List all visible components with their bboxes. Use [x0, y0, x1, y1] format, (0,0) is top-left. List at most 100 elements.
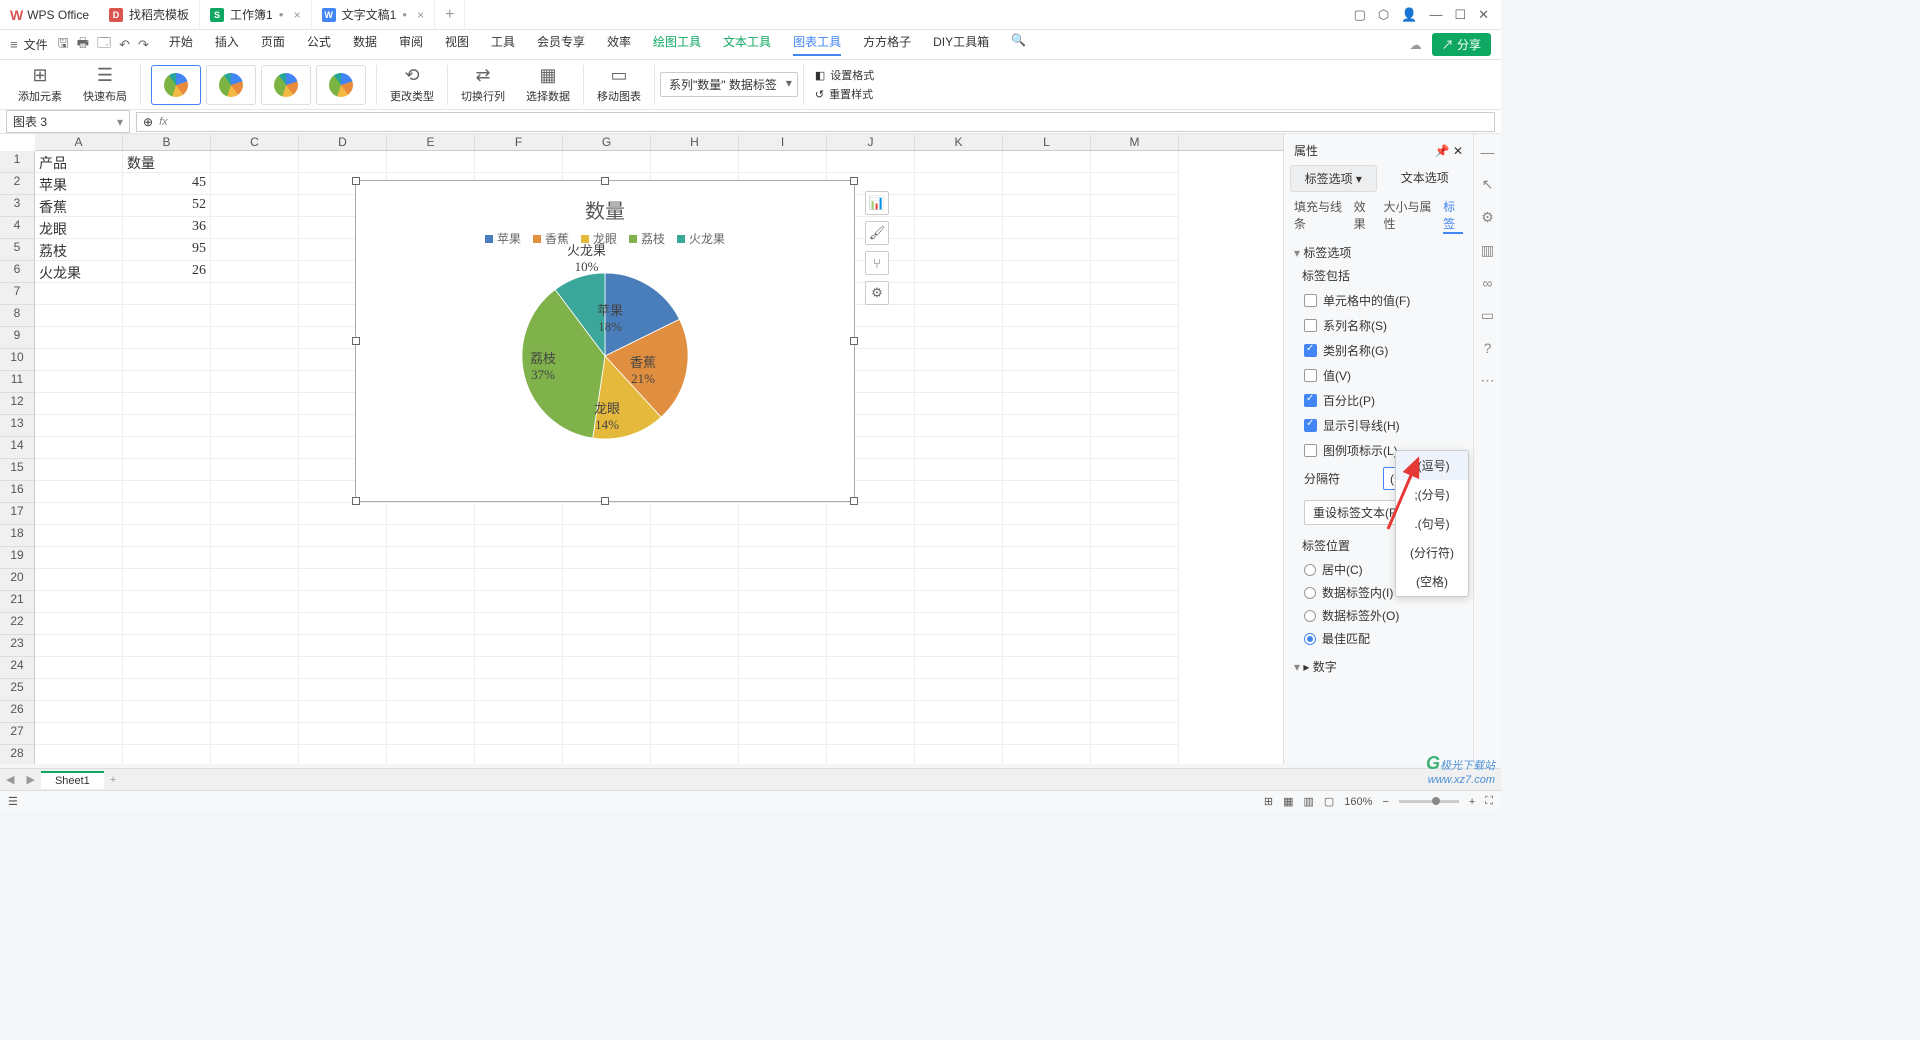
tab-text-opts[interactable]: 文本选项 [1383, 165, 1468, 192]
cell[interactable] [1091, 217, 1179, 239]
cell[interactable] [123, 305, 211, 327]
cell[interactable] [915, 613, 1003, 635]
cell[interactable] [915, 239, 1003, 261]
cell[interactable] [35, 635, 123, 657]
cell[interactable] [211, 723, 299, 745]
cell[interactable] [827, 745, 915, 764]
cell[interactable] [827, 723, 915, 745]
cell[interactable] [915, 503, 1003, 525]
row-header[interactable]: 20 [0, 569, 35, 591]
cell[interactable] [1091, 679, 1179, 701]
cell[interactable] [915, 569, 1003, 591]
cell[interactable] [563, 723, 651, 745]
cell[interactable] [1091, 591, 1179, 613]
cell[interactable] [1003, 547, 1091, 569]
cell[interactable] [211, 195, 299, 217]
col-header[interactable]: M [1091, 134, 1179, 150]
redo-icon[interactable]: ↷ [138, 37, 149, 53]
cell[interactable] [915, 723, 1003, 745]
cell[interactable] [475, 679, 563, 701]
row-header[interactable]: 6 [0, 261, 35, 283]
cell[interactable] [1091, 723, 1179, 745]
cell[interactable] [1003, 525, 1091, 547]
cell[interactable] [1091, 305, 1179, 327]
cell[interactable] [211, 701, 299, 723]
cell[interactable] [563, 591, 651, 613]
cell[interactable]: 26 [123, 261, 211, 283]
menu-item[interactable]: 效率 [607, 33, 631, 56]
cell[interactable] [123, 701, 211, 723]
cell[interactable] [211, 591, 299, 613]
cell[interactable] [475, 745, 563, 764]
menu-item-charttools[interactable]: 图表工具 [793, 33, 841, 56]
col-header[interactable]: A [35, 134, 123, 150]
cell[interactable] [475, 525, 563, 547]
col-header[interactable]: I [739, 134, 827, 150]
link-icon[interactable]: ∞ [1483, 275, 1493, 291]
col-header[interactable]: K [915, 134, 1003, 150]
menu-item[interactable]: 方方格子 [863, 33, 911, 56]
cell[interactable] [915, 591, 1003, 613]
radio-inside[interactable] [1304, 587, 1316, 599]
set-format-button[interactable]: ◧ 设置格式 [815, 67, 874, 83]
cell[interactable] [387, 613, 475, 635]
cell[interactable] [211, 173, 299, 195]
cell[interactable] [123, 635, 211, 657]
cell[interactable]: 荔枝 [35, 239, 123, 261]
row-header[interactable]: 22 [0, 613, 35, 635]
cell[interactable] [915, 437, 1003, 459]
sheet-next-icon[interactable]: ▶ [20, 773, 40, 786]
sheet-tab[interactable]: Sheet1 [41, 771, 104, 789]
cell[interactable] [211, 481, 299, 503]
name-box[interactable]: 图表 3▾ [6, 110, 130, 133]
cell[interactable] [651, 591, 739, 613]
status-icon[interactable]: ☰ [8, 795, 18, 808]
row-header[interactable]: 18 [0, 525, 35, 547]
cell[interactable] [915, 195, 1003, 217]
cell[interactable] [1003, 239, 1091, 261]
cell[interactable] [563, 701, 651, 723]
cell[interactable] [35, 371, 123, 393]
col-header[interactable]: E [387, 134, 475, 150]
cell[interactable] [563, 525, 651, 547]
tab-new[interactable]: + [435, 0, 465, 29]
menu-item[interactable]: 审阅 [399, 33, 423, 56]
row-header[interactable]: 7 [0, 283, 35, 305]
cell[interactable] [1003, 635, 1091, 657]
cell[interactable] [915, 679, 1003, 701]
cell[interactable] [35, 481, 123, 503]
cell[interactable] [827, 679, 915, 701]
cell[interactable] [739, 547, 827, 569]
reset-style-button[interactable]: ↺ 重置样式 [815, 86, 874, 102]
cell[interactable] [915, 635, 1003, 657]
checkbox-percent[interactable] [1304, 394, 1317, 407]
cell[interactable] [475, 591, 563, 613]
quick-layout-button[interactable]: ☰快速布局 [75, 65, 135, 104]
subtab[interactable]: 大小与属性 [1384, 198, 1434, 234]
cell[interactable] [1003, 217, 1091, 239]
cell[interactable] [827, 151, 915, 173]
tab-doc[interactable]: W文字文稿1●× [312, 0, 436, 29]
row-header[interactable]: 27 [0, 723, 35, 745]
cell[interactable] [915, 525, 1003, 547]
style-thumb[interactable] [316, 65, 366, 105]
cell[interactable] [1003, 261, 1091, 283]
cell[interactable] [563, 547, 651, 569]
cell[interactable] [739, 569, 827, 591]
data-label[interactable]: 荔枝37% [530, 351, 556, 384]
cell[interactable] [651, 503, 739, 525]
close-icon[interactable]: ✕ [1478, 7, 1489, 23]
cell[interactable] [299, 723, 387, 745]
cell[interactable] [299, 151, 387, 173]
row-header[interactable]: 9 [0, 327, 35, 349]
menu-item[interactable]: 插入 [215, 33, 239, 56]
cell[interactable] [651, 745, 739, 764]
help-icon[interactable]: ? [1484, 340, 1492, 356]
cell[interactable] [299, 591, 387, 613]
cell[interactable] [475, 723, 563, 745]
cell[interactable]: 36 [123, 217, 211, 239]
data-label[interactable]: 龙眼14% [594, 401, 620, 434]
row-header[interactable]: 17 [0, 503, 35, 525]
cell[interactable] [563, 613, 651, 635]
cell[interactable] [387, 679, 475, 701]
